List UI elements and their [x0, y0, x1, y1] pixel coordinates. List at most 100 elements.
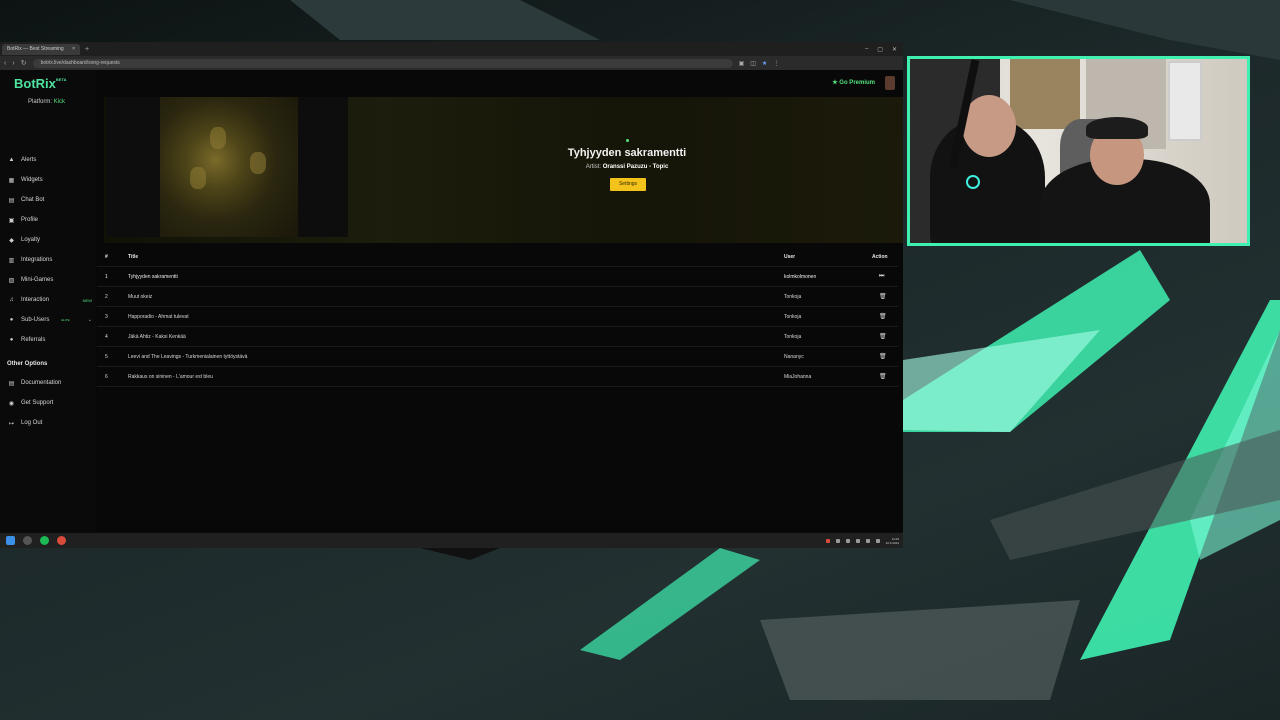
tray-icon[interactable]	[845, 538, 850, 543]
system-tray: 11:06 10.6.2024	[825, 537, 903, 545]
header-action: Action	[872, 254, 888, 260]
row-num: 5	[105, 354, 108, 360]
volume-icon[interactable]	[875, 538, 880, 543]
table-row: 6 Rakkaus on sininen - L'amour est bleu Mi…	[97, 367, 898, 387]
trash-icon[interactable]: 🗑	[879, 353, 887, 360]
picture-frame	[1168, 61, 1202, 141]
tab-title: BotRix — Best Streaming	[7, 45, 64, 52]
sidebar-item-label: Loyalty	[21, 237, 41, 243]
tray-icon[interactable]	[825, 538, 830, 543]
taskbar: 11:06 10.6.2024	[0, 533, 903, 548]
botrix-app: BotRixBETA Platform: Kick ▲ Alerts ▦ Widget…	[0, 70, 903, 532]
row-title: Tyhjyyden sakramentti	[128, 274, 178, 280]
row-num: 6	[105, 374, 108, 380]
new-tab-button[interactable]: +	[85, 46, 89, 53]
clock[interactable]: 11:06 10.6.2024	[886, 537, 899, 545]
badge: NEW	[82, 297, 92, 303]
sidebar-item-documentation[interactable]: ▤ Documentation	[8, 377, 92, 389]
row-user: Tonkoja	[784, 314, 802, 320]
bookmark-star-icon[interactable]: ★	[762, 60, 767, 67]
sidebar-item-label: Chat Bot	[21, 197, 45, 203]
table-row: 4 Jäkä Ahtiz - Kaksi Kenkää Tonkoja 🗑	[97, 327, 898, 347]
minimize-icon[interactable]: –	[865, 46, 868, 53]
docs-icon: ▤	[8, 380, 15, 387]
sidebar-item-label: Get Support	[21, 400, 54, 406]
table-header: # Title User Action	[97, 247, 898, 267]
sidebar-item-label: Interaction	[21, 297, 50, 303]
music-icon: ♫	[9, 297, 14, 303]
close-window-icon[interactable]: ✕	[892, 46, 897, 53]
sidebar-item-mini-games[interactable]: ▧ Mini-Games	[8, 274, 92, 286]
skip-icon[interactable]: ⏭	[879, 273, 884, 280]
trash-icon[interactable]: 🗑	[879, 373, 887, 380]
tray-icon[interactable]	[835, 538, 840, 543]
support-icon: ◉	[8, 400, 15, 407]
go-premium-button[interactable]: ★ Go Premium	[832, 79, 875, 86]
album-cover	[160, 97, 298, 237]
sidebar-item-loyalty[interactable]: ◆ Loyalty	[8, 234, 92, 246]
widgets-icon: ▦	[8, 177, 15, 184]
row-user: Nananyc	[784, 354, 804, 360]
live-dot	[626, 139, 629, 142]
song-queue-table: # Title User Action 1 Tyhjyyden sakrament…	[97, 247, 898, 387]
spotify-icon[interactable]	[40, 536, 49, 545]
sidebar-item-alerts[interactable]: ▲ Alerts	[8, 154, 92, 166]
start-icon[interactable]	[6, 536, 15, 545]
settings-gear-icon[interactable]	[23, 536, 32, 545]
logout-icon: ↦	[8, 420, 15, 427]
row-num: 3	[105, 314, 108, 320]
row-title: Happoradio - Ahmat tulevat	[128, 314, 189, 320]
trash-icon[interactable]: 🗑	[879, 313, 887, 320]
trash-icon[interactable]: 🗑	[879, 293, 887, 300]
trash-icon[interactable]: 🗑	[879, 333, 887, 340]
cap	[1086, 117, 1148, 139]
row-user: MiaJohanna	[784, 374, 812, 380]
settings-button[interactable]: Settings	[610, 178, 646, 191]
sidebar-item-interaction[interactable]: ♫ Interaction NEW	[8, 294, 92, 306]
row-num: 2	[105, 294, 108, 300]
cover-frame	[106, 97, 348, 237]
menu-icon[interactable]: ⋮	[773, 60, 779, 67]
sidebar-item-chat-bot[interactable]: ▤ Chat Bot	[8, 194, 92, 206]
cat-poster	[1010, 59, 1080, 129]
row-user: kolmkolmonen	[784, 274, 817, 280]
sidebar-item-log-out[interactable]: ↦ Log Out	[8, 417, 92, 429]
games-icon: ▧	[8, 277, 15, 284]
mic-light	[966, 175, 980, 189]
sidebar-item-referrals[interactable]: ● Referrals	[8, 334, 92, 346]
chevron-down-icon[interactable]: ⌄	[88, 317, 92, 323]
browser-taskbar-icon[interactable]	[57, 536, 66, 545]
table-row: 2 Muut okeiz Tonkoja 🗑	[97, 287, 898, 307]
sidebar-item-label: Documentation	[21, 380, 62, 386]
row-num: 4	[105, 334, 108, 340]
table-row: 1 Tyhjyyden sakramentti kolmkolmonen ⏭	[97, 267, 898, 287]
sidebar-item-label: Log Out	[21, 420, 43, 426]
tray-icon[interactable]	[855, 538, 860, 543]
row-title: Muut okeiz	[128, 294, 153, 300]
forward-icon[interactable]: ›	[12, 60, 14, 67]
sidebar-item-label: Referrals	[21, 337, 46, 343]
integrations-icon: ▥	[8, 257, 15, 264]
row-user: Tonkoja	[784, 334, 802, 340]
header-num: #	[105, 254, 108, 260]
sidebar-item-profile[interactable]: ▣ Profile	[8, 214, 92, 226]
reload-icon[interactable]: ↻	[21, 59, 27, 67]
extension-icon[interactable]: ▣	[739, 60, 745, 67]
extension-icon[interactable]: ◫	[750, 60, 756, 67]
url-field[interactable]: botrix.live/dashboard/song-requests	[32, 58, 733, 68]
browser-tab[interactable]: BotRix — Best Streaming ×	[2, 43, 80, 55]
wifi-icon[interactable]	[865, 538, 870, 543]
sidebar-item-integrations[interactable]: ▥ Integrations	[8, 254, 92, 266]
avatar[interactable]	[885, 76, 895, 90]
close-tab-icon[interactable]: ×	[72, 44, 75, 55]
sidebar-item-sub-users[interactable]: ● Sub-Users ELITE ⌄	[8, 314, 92, 326]
sidebar-item-label: Profile	[21, 217, 39, 223]
back-icon[interactable]: ‹	[4, 60, 6, 67]
row-title: Leevi and The Leavings - Turkmenialainen…	[128, 354, 248, 360]
botrix-logo[interactable]: BotRixBETA	[14, 76, 66, 91]
sidebar-item-widgets[interactable]: ▦ Widgets	[8, 174, 92, 186]
row-num: 1	[105, 274, 108, 280]
maximize-icon[interactable]: ▢	[877, 46, 883, 53]
sidebar-item-get-support[interactable]: ◉ Get Support	[8, 397, 92, 409]
now-playing-artist: Artist: Oranssi Pazuzu - Topic	[585, 164, 669, 170]
